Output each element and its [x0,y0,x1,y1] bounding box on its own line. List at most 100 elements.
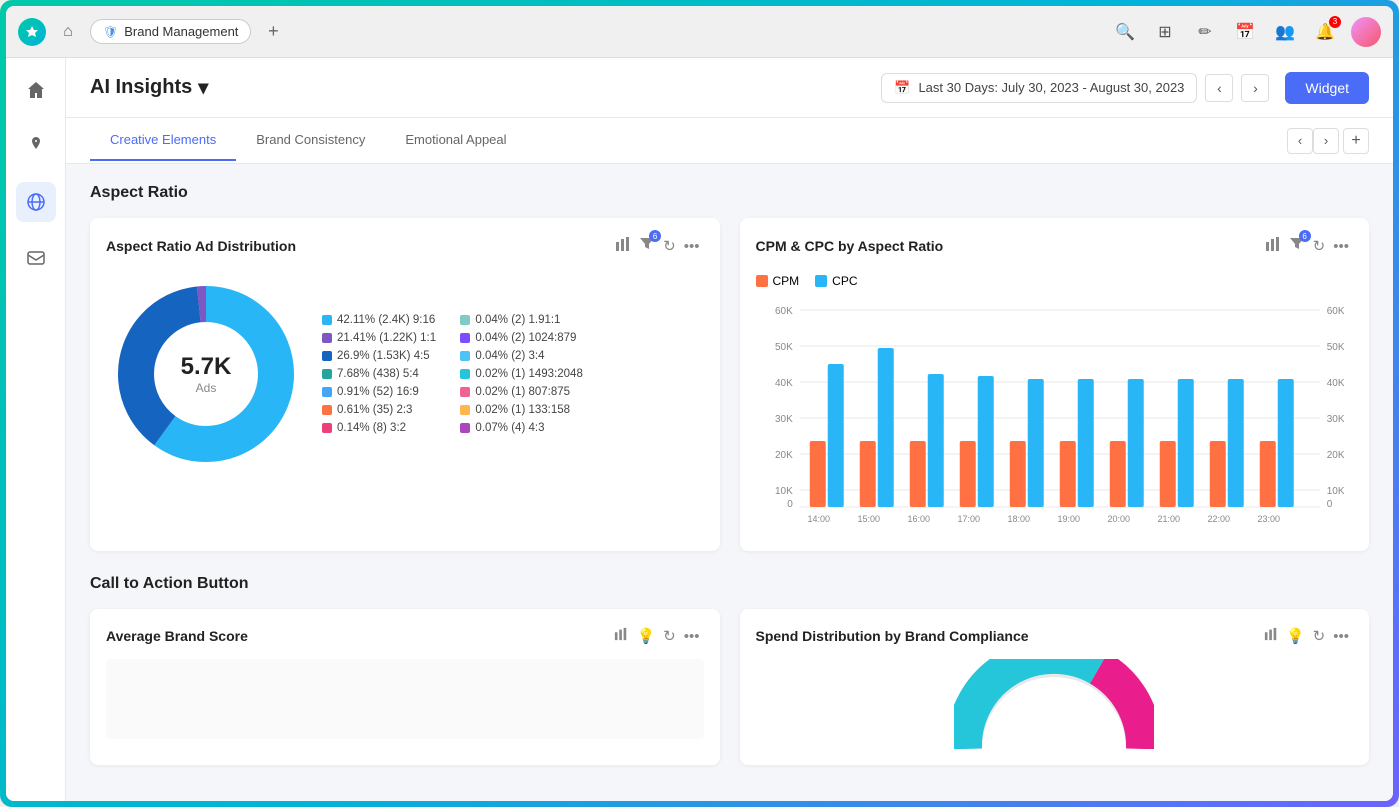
cpc-color [815,275,827,287]
abs-refresh-button[interactable]: ↻ [659,625,680,647]
svg-text:10K: 10K [1326,486,1344,497]
edit-button[interactable]: ✏ [1191,18,1219,46]
users-button[interactable]: 👥 [1271,18,1299,46]
sidebar [6,58,66,801]
sidebar-item-inbox[interactable] [16,238,56,278]
calendar-button[interactable]: 📅 [1231,18,1259,46]
legend-label: 26.9% (1.53K) 4:5 [337,350,430,362]
main-layout: AI Insights ▾ 📅 Last 30 Days: July 30, 2… [6,58,1393,801]
sd-more-button[interactable]: ••• [1329,626,1353,647]
cpm-label: CPM [773,274,800,288]
legend-item: 7.68% (438) 5:4 [322,368,444,380]
user-avatar[interactable] [1351,17,1381,47]
bar-chart-icon[interactable] [1261,234,1285,258]
avg-brand-score-card: Average Brand Score 💡 ↻ ••• [90,609,720,765]
abs-more-button[interactable]: ••• [680,626,704,647]
app-logo [18,18,46,46]
donut-card-header: Aspect Ratio Ad Distribution 6 [106,234,704,258]
cpm-color [756,275,768,287]
sd-chart-icon[interactable] [1260,625,1282,647]
donut-bar-chart-icon[interactable] [611,234,635,258]
sd-refresh-button[interactable]: ↻ [1309,625,1330,647]
bar-filter-badge: 6 [1299,230,1311,242]
svg-text:16:00: 16:00 [907,514,930,524]
donut-filter-wrap: 6 [635,234,659,258]
legend-item: 0.02% (1) 807:875 [460,386,582,398]
abs-chart-icon[interactable] [610,625,632,647]
tabs-add-button[interactable]: + [1343,128,1369,154]
legend-label: 42.11% (2.4K) 9:16 [337,314,435,326]
donut-more-button[interactable]: ••• [680,236,704,257]
content-area: AI Insights ▾ 📅 Last 30 Days: July 30, 2… [66,58,1393,801]
sd-bulb-icon[interactable]: 💡 [1282,625,1309,647]
spend-distribution-chart [756,659,1354,749]
bar-chart-card: CPM & CPC by Aspect Ratio 6 [740,218,1370,551]
bar-more-button[interactable]: ••• [1329,236,1353,257]
sidebar-item-pin[interactable] [16,126,56,166]
tab-creative-elements[interactable]: Creative Elements [90,120,236,161]
legend-color [322,369,332,379]
widget-button[interactable]: Widget [1285,72,1369,104]
legend-color [460,333,470,343]
calendar-icon: 📅 [894,80,910,96]
svg-text:20:00: 20:00 [1107,514,1130,524]
date-range-button[interactable]: 📅 Last 30 Days: July 30, 2023 - August 3… [881,73,1197,103]
sidebar-item-home[interactable] [16,70,56,110]
legend-label: 7.68% (438) 5:4 [337,368,419,380]
bar-chart-svg: 60K 50K 40K 30K 20K 10K 0 60K 50K 40K [756,300,1354,530]
notifications-button[interactable]: 🔔 3 [1311,18,1339,46]
date-next-button[interactable]: › [1241,74,1269,102]
date-prev-button[interactable]: ‹ [1205,74,1233,102]
legend-item: 0.14% (8) 3:2 [322,422,444,434]
date-range-text: Last 30 Days: July 30, 2023 - August 30,… [918,80,1184,95]
svg-text:21:00: 21:00 [1157,514,1180,524]
legend-item: 0.61% (35) 2:3 [322,404,444,416]
legend-label: 0.02% (1) 807:875 [475,386,570,398]
legend-label: 21.41% (1.22K) 1:1 [337,332,436,344]
spend-distribution-title: Spend Distribution by Brand Compliance [756,628,1029,644]
legend-color [322,333,332,343]
tab-emotional-appeal[interactable]: Emotional Appeal [385,120,526,161]
search-button[interactable]: 🔍 [1111,18,1139,46]
add-tab-button[interactable]: + [259,18,287,46]
donut-chart-area: 5.7K Ads 42.11% (2.4K) 9:16 [106,274,704,474]
legend-item: 0.04% (2) 3:4 [460,350,582,362]
bar-filter-wrap: 6 [1285,234,1309,258]
spend-distribution-card: Spend Distribution by Brand Compliance 💡… [740,609,1370,765]
tabs-next-button[interactable]: › [1313,128,1339,154]
svg-text:30K: 30K [774,414,792,425]
svg-text:19:00: 19:00 [1057,514,1080,524]
legend-item: 42.11% (2.4K) 9:16 [322,314,444,326]
abs-bulb-icon[interactable]: 💡 [632,625,659,647]
browser-actions: 🔍 ⊞ ✏ 📅 👥 🔔 3 [1111,17,1381,47]
browser-bar: ⌂ 🛡 Brand Management + 🔍 ⊞ ✏ 📅 👥 🔔 3 [6,6,1393,58]
bar-refresh-button[interactable]: ↻ [1309,235,1330,257]
legend-item: 0.02% (1) 1493:2048 [460,368,582,380]
svg-text:60K: 60K [1326,306,1344,317]
bar-legend-cpm: CPM [756,274,800,288]
legend-label: 0.04% (2) 1.91:1 [475,314,560,326]
browser-tab[interactable]: 🛡 Brand Management [90,19,251,44]
sidebar-item-globe[interactable] [16,182,56,222]
bar-card-title: CPM & CPC by Aspect Ratio [756,238,944,254]
tab-brand-consistency[interactable]: Brand Consistency [236,120,385,161]
legend-item: 0.04% (2) 1.91:1 [460,314,582,326]
donut-center: 5.7K Ads [181,353,232,395]
tab-label: Brand Management [124,24,238,39]
tabs-prev-button[interactable]: ‹ [1287,128,1313,154]
legend-label: 0.02% (1) 133:158 [475,404,570,416]
tabs-bar: Creative Elements Brand Consistency Emot… [66,118,1393,164]
svg-text:10K: 10K [774,486,792,497]
donut-refresh-button[interactable]: ↻ [659,235,680,257]
aspect-ratio-section-title: Aspect Ratio [90,184,1369,202]
home-nav-button[interactable]: ⌂ [54,18,82,46]
svg-text:30K: 30K [1326,414,1344,425]
legend-color [322,387,332,397]
shield-icon: 🛡 [103,25,118,39]
page-title[interactable]: AI Insights ▾ [90,75,208,100]
grid-button[interactable]: ⊞ [1151,18,1179,46]
content-header: AI Insights ▾ 📅 Last 30 Days: July 30, 2… [66,58,1393,118]
legend-color [322,405,332,415]
svg-text:23:00: 23:00 [1257,514,1280,524]
bar-card-header: CPM & CPC by Aspect Ratio 6 [756,234,1354,258]
